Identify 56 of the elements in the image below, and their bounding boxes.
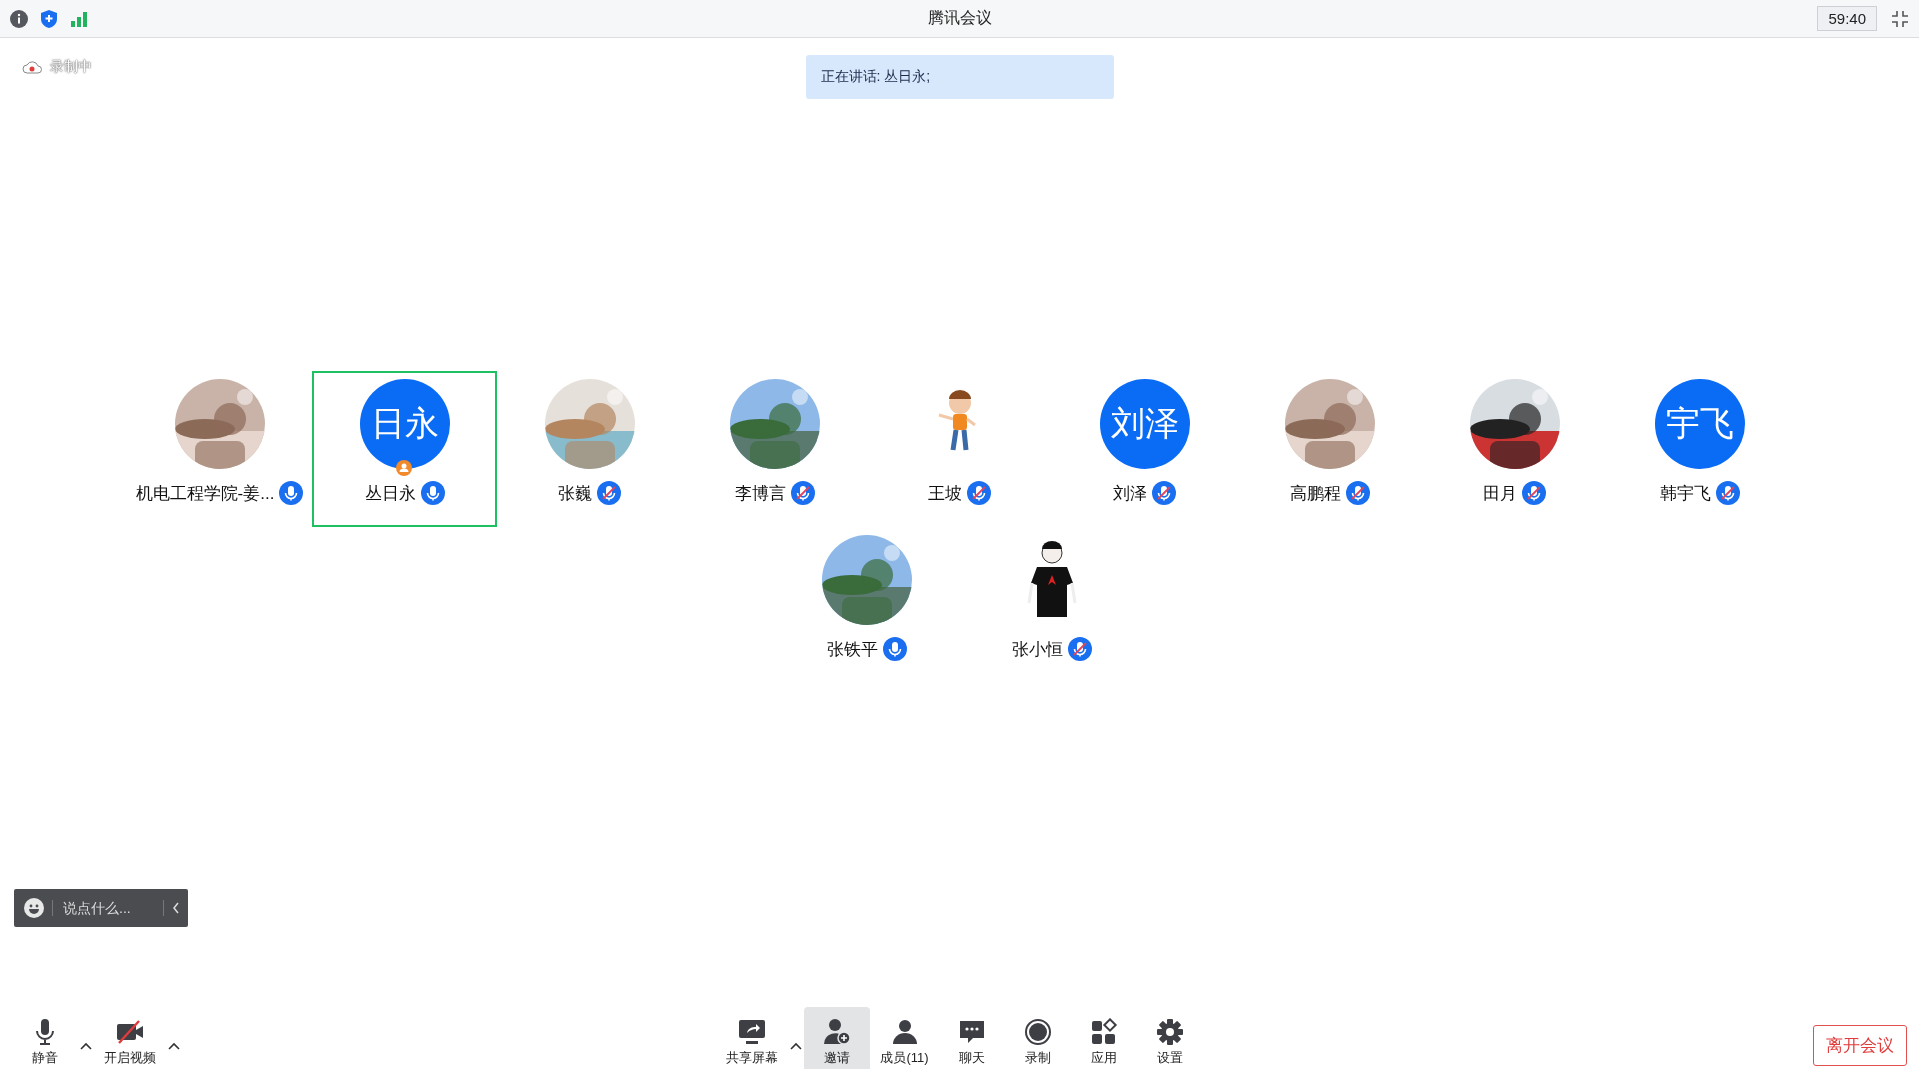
info-icon[interactable] bbox=[10, 9, 28, 28]
chat-button[interactable]: 聊天 bbox=[938, 1007, 1005, 1069]
shield-icon[interactable] bbox=[40, 8, 58, 29]
participant-name: 韩宇飞 bbox=[1659, 482, 1711, 505]
mic-button[interactable]: 静音 bbox=[12, 1007, 78, 1069]
participant-name: 丛日永 bbox=[364, 482, 416, 505]
muted-mic-icon bbox=[1522, 481, 1546, 505]
settings-button[interactable]: 设置 bbox=[1136, 1007, 1203, 1069]
chat-bar[interactable]: 说点什么... bbox=[14, 889, 188, 927]
muted-mic-icon bbox=[1152, 481, 1176, 505]
muted-mic-icon bbox=[1345, 481, 1370, 505]
settings-icon bbox=[1154, 1018, 1185, 1046]
chat-input-field[interactable]: 说点什么... bbox=[52, 900, 164, 916]
mic-icon bbox=[279, 481, 304, 505]
muted-mic-icon bbox=[967, 481, 991, 505]
initials-avatar: 刘泽 bbox=[1099, 379, 1190, 469]
members-button[interactable]: 成员(11) bbox=[870, 1007, 939, 1069]
record-button[interactable]: 录制 bbox=[1004, 1007, 1071, 1069]
participant-name: 李博言 bbox=[734, 482, 786, 505]
exit-fullscreen-icon[interactable] bbox=[1891, 9, 1909, 28]
initials-avatar: 日永 bbox=[359, 379, 450, 469]
share-button[interactable]: 共享屏幕 bbox=[716, 1007, 789, 1069]
collapse-icon[interactable] bbox=[172, 902, 180, 914]
participant-name: 张铁平 bbox=[827, 638, 878, 661]
caret-icon bbox=[790, 1042, 803, 1050]
muted-mic-icon bbox=[1068, 637, 1092, 661]
apps-button[interactable]: 应用 bbox=[1070, 1007, 1137, 1069]
share-screen-icon bbox=[737, 1018, 768, 1046]
participant-name: 田月 bbox=[1483, 482, 1517, 505]
participant-name: 机电工程学院-姜... bbox=[135, 482, 275, 505]
add-person-icon bbox=[822, 1018, 853, 1046]
signal-icon[interactable] bbox=[70, 9, 88, 28]
participant-name: 张小恒 bbox=[1012, 638, 1063, 661]
mic-icon bbox=[883, 637, 907, 661]
emoji-icon[interactable] bbox=[24, 898, 44, 918]
record-icon bbox=[1022, 1018, 1053, 1046]
video-button[interactable]: 开启视频 bbox=[94, 1007, 166, 1069]
participant-name: 刘泽 bbox=[1113, 482, 1147, 505]
initials-avatar: 宇飞 bbox=[1654, 379, 1745, 469]
caret-icon bbox=[168, 1042, 180, 1050]
invite-button[interactable]: 邀请 bbox=[804, 1007, 871, 1069]
muted-mic-icon bbox=[1715, 481, 1740, 505]
muted-mic-icon bbox=[790, 481, 815, 505]
meeting-timer: 59:40 bbox=[1817, 6, 1877, 31]
muted-mic-icon bbox=[597, 481, 621, 505]
speaking-banner: 正在讲话: 丛日永; bbox=[805, 55, 1114, 99]
recording-label: 录制中 bbox=[50, 58, 92, 76]
leave-meeting-button[interactable]: 离开会议 bbox=[1813, 1024, 1907, 1066]
participant-name: 高鹏程 bbox=[1289, 482, 1341, 505]
participant-name: 张巍 bbox=[558, 482, 592, 505]
mic-icon bbox=[420, 481, 445, 505]
window-title: 腾讯会议 bbox=[927, 8, 992, 28]
recording-cloud-icon bbox=[22, 60, 42, 74]
participant-name: 王坡 bbox=[928, 482, 962, 505]
caret-icon bbox=[80, 1042, 92, 1050]
video-off-icon bbox=[115, 1018, 145, 1046]
